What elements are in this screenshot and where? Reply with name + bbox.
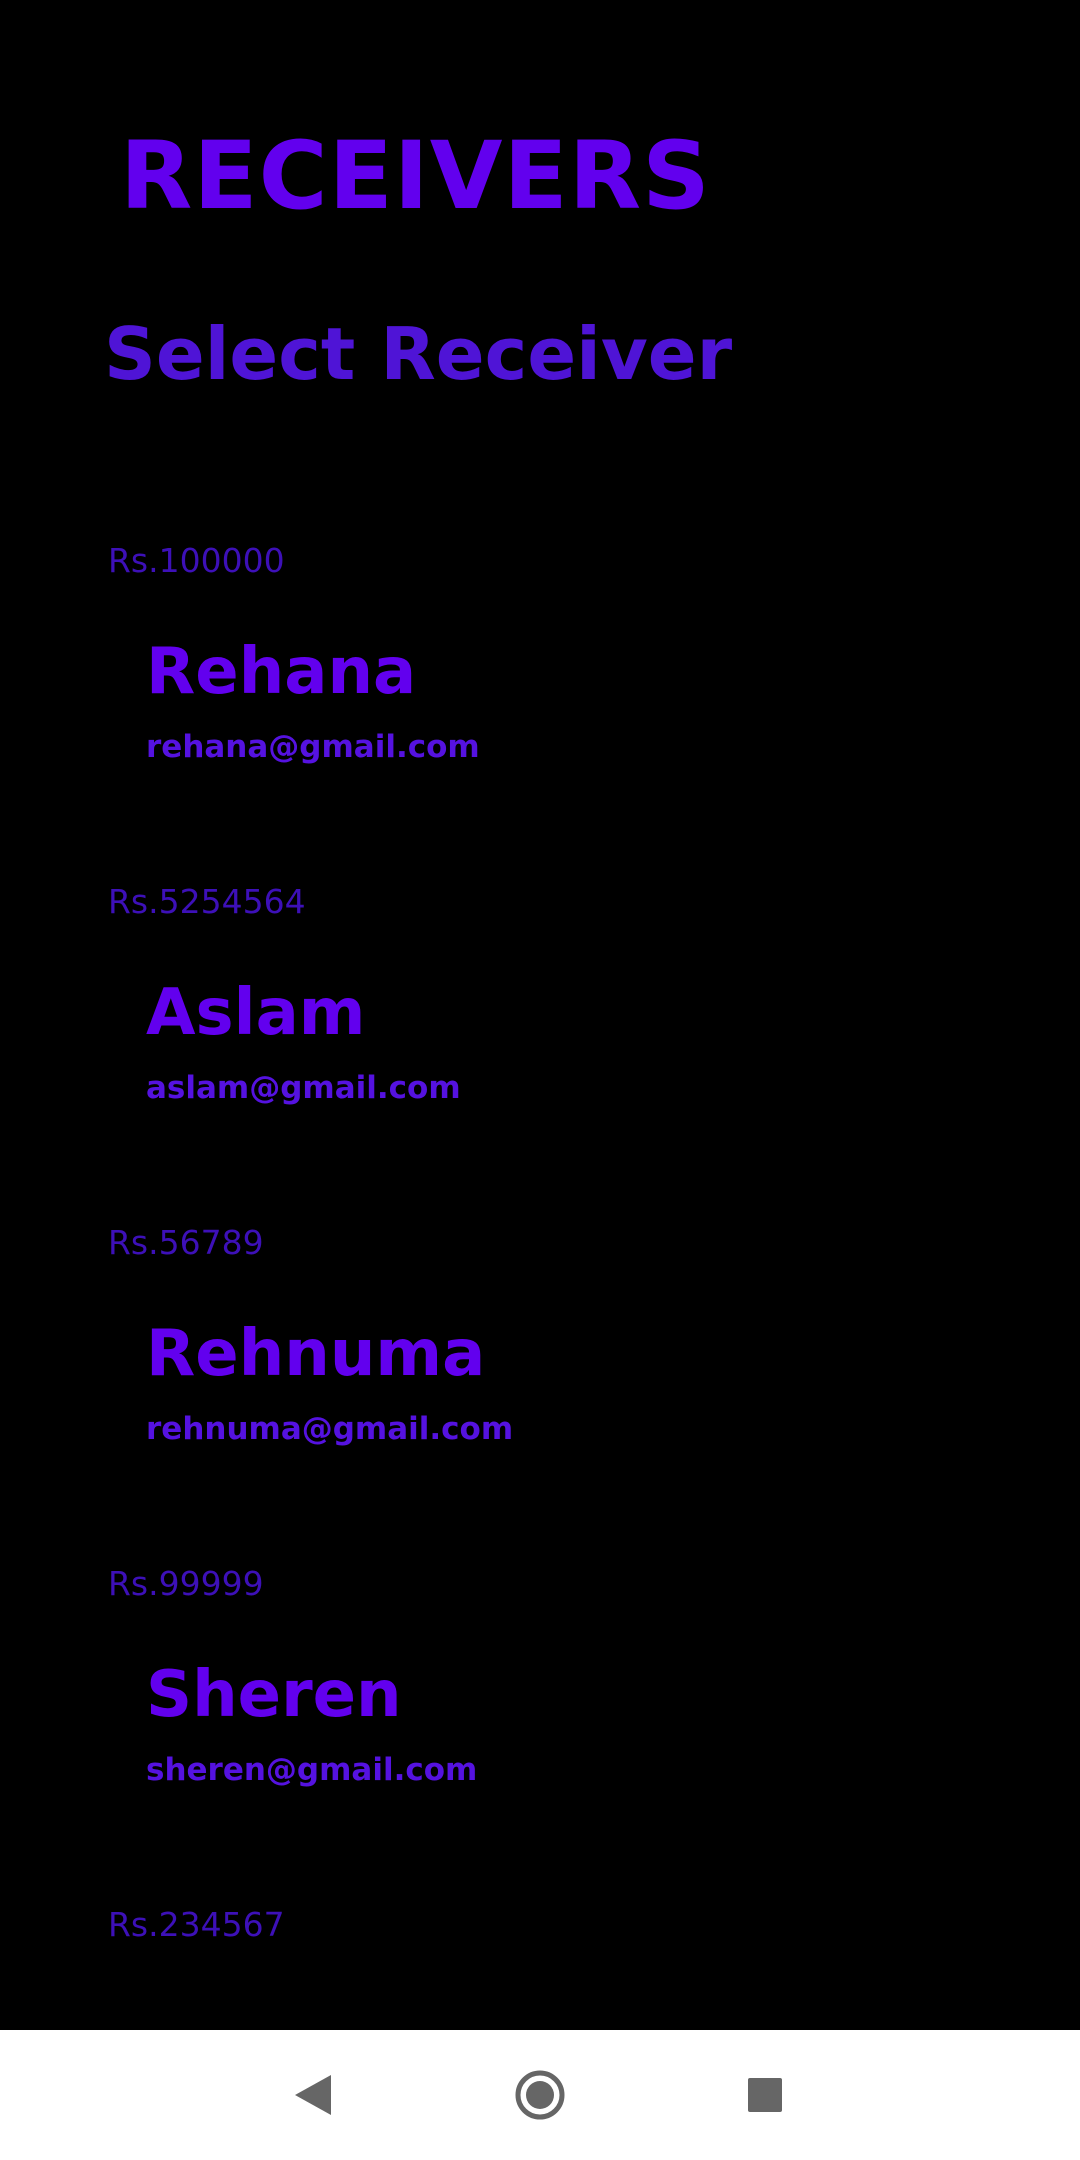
receiver-balance: Rs.100000 bbox=[108, 541, 285, 580]
receiver-name: Rehana bbox=[146, 635, 417, 709]
home-circle-icon bbox=[515, 2070, 565, 2120]
receiver-email: rehana@gmail.com bbox=[146, 729, 480, 765]
recents-square-icon bbox=[748, 2078, 782, 2112]
page-subtitle: Select Receiver bbox=[104, 312, 733, 396]
receiver-email: rehnuma@gmail.com bbox=[146, 1411, 514, 1447]
receiver-item-aslam[interactable]: Rs.5254564 Aslam aslam@gmail.com bbox=[0, 877, 1080, 1218]
receiver-item-rehnuma[interactable]: Rs.56789 Rehnuma rehnuma@gmail.com bbox=[0, 1218, 1080, 1559]
receiver-list[interactable]: Rs.100000 Rehana rehana@gmail.com Rs.525… bbox=[0, 536, 1080, 2160]
back-button[interactable] bbox=[248, 2030, 378, 2160]
receiver-email: aslam@gmail.com bbox=[146, 1070, 461, 1106]
home-button[interactable] bbox=[475, 2030, 605, 2160]
receiver-item-rehana[interactable]: Rs.100000 Rehana rehana@gmail.com bbox=[0, 536, 1080, 877]
receiver-balance: Rs.5254564 bbox=[108, 882, 306, 921]
receiver-name: Rehnuma bbox=[146, 1317, 486, 1391]
back-triangle-icon bbox=[295, 2075, 331, 2115]
recents-button[interactable] bbox=[700, 2030, 830, 2160]
receiver-item-sheren[interactable]: Rs.99999 Sheren sheren@gmail.com bbox=[0, 1559, 1080, 1900]
receivers-screen: RECEIVERS Select Receiver Rs.100000 Reha… bbox=[0, 0, 1080, 2160]
page-title: RECEIVERS bbox=[120, 122, 711, 231]
receiver-balance: Rs.99999 bbox=[108, 1564, 264, 1603]
receiver-balance: Rs.56789 bbox=[108, 1223, 264, 1262]
receiver-name: Aslam bbox=[146, 976, 366, 1050]
system-navigation-bar bbox=[0, 2030, 1080, 2160]
receiver-balance: Rs.234567 bbox=[108, 1905, 285, 1944]
receiver-name: Sheren bbox=[146, 1658, 402, 1732]
receiver-email: sheren@gmail.com bbox=[146, 1752, 478, 1788]
